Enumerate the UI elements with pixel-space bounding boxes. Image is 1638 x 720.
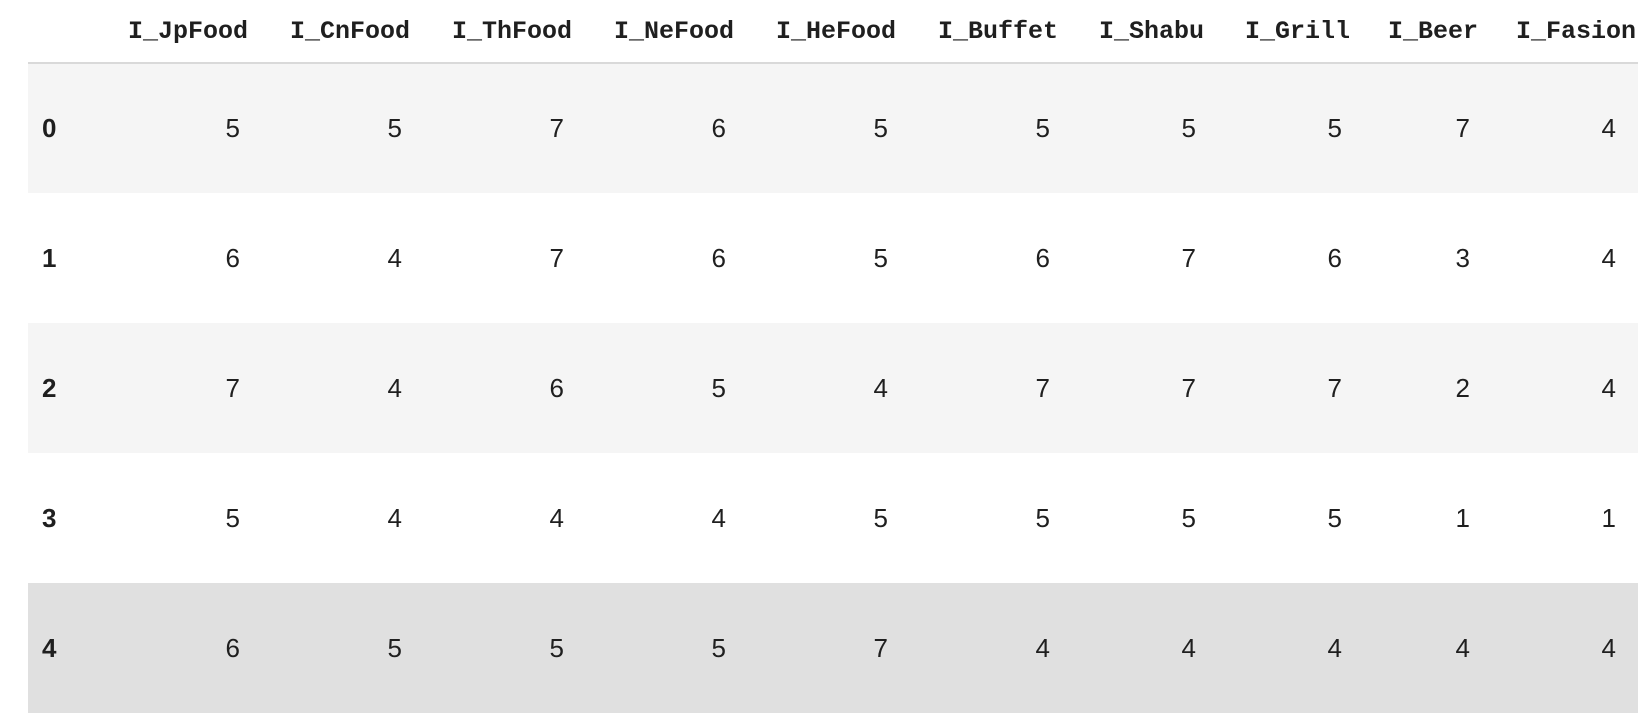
column-header: I_Beer <box>1352 0 1480 64</box>
table-cell: 6 <box>711 113 726 143</box>
table-cell: 5 <box>225 502 240 533</box>
table-cell: 4 <box>387 502 402 533</box>
table-cell: 5 <box>873 502 888 533</box>
table-cell: 6 <box>225 242 240 273</box>
table-row: 0 5 5 7 6 5 5 5 5 7 4 <box>28 63 1638 193</box>
table-cell: 1 <box>1601 502 1616 533</box>
table-cell: 4 <box>1601 113 1616 143</box>
table-cell: 4 <box>1601 372 1616 403</box>
table-cell: 7 <box>1181 242 1196 273</box>
table-cell: 6 <box>549 372 564 403</box>
table-cell: 7 <box>549 113 564 143</box>
table-row: 1 6 4 7 6 5 6 7 6 3 4 <box>28 193 1638 323</box>
table-cell: 6 <box>1035 242 1050 273</box>
table-cell: 5 <box>387 113 402 143</box>
table-cell: 5 <box>711 372 726 403</box>
table-cell: 5 <box>873 113 888 143</box>
table-cell: 5 <box>1181 113 1196 143</box>
table-body: 0 5 5 7 6 5 5 5 5 7 4 1 6 4 7 6 5 6 7 6 … <box>28 63 1638 713</box>
row-index: 3 <box>42 502 57 533</box>
row-index: 1 <box>42 242 57 273</box>
table-cell: 1 <box>1455 502 1470 533</box>
table-cell: 5 <box>1327 113 1342 143</box>
table-row: 2 7 4 6 5 4 7 7 7 2 4 <box>28 323 1638 453</box>
table-cell: 5 <box>1327 502 1342 533</box>
table-cell: 5 <box>1181 502 1196 533</box>
table-cell: 4 <box>549 502 564 533</box>
table-header: I_JpFood I_CnFood I_ThFood I_NeFood I_He… <box>28 0 1638 64</box>
table-cell: 7 <box>1181 372 1196 403</box>
table-row-hovered: 4 6 5 5 5 7 4 4 4 4 4 <box>28 583 1638 713</box>
index-header <box>28 0 86 64</box>
table-cell: 4 <box>1601 632 1616 663</box>
table-cell: 3 <box>1455 242 1470 273</box>
row-index: 4 <box>42 632 57 663</box>
table-cell: 5 <box>387 632 402 663</box>
table-cell: 6 <box>711 242 726 273</box>
table-cell: 5 <box>1035 502 1050 533</box>
table-cell: 7 <box>1455 113 1470 143</box>
table-cell: 7 <box>1035 372 1050 403</box>
column-header: I_Buffet <box>898 0 1060 64</box>
column-header: I_Fasion <box>1480 0 1638 64</box>
table-cell: 4 <box>1035 632 1050 663</box>
table-cell: 5 <box>1035 113 1050 143</box>
table-cell: 7 <box>549 242 564 273</box>
table-cell: 7 <box>1327 372 1342 403</box>
table-cell: 4 <box>711 502 726 533</box>
table-cell: 4 <box>1181 632 1196 663</box>
header-row: I_JpFood I_CnFood I_ThFood I_NeFood I_He… <box>28 0 1638 64</box>
table-cell: 4 <box>873 372 888 403</box>
dataframe-table: I_JpFood I_CnFood I_ThFood I_NeFood I_He… <box>28 0 1638 713</box>
table-row: 3 5 4 4 4 5 5 5 5 1 1 <box>28 453 1638 583</box>
table-cell: 7 <box>873 632 888 663</box>
column-header: I_Shabu <box>1060 0 1206 64</box>
column-header: I_JpFood <box>86 0 250 64</box>
table-cell: 4 <box>1327 632 1342 663</box>
table-cell: 5 <box>225 113 240 143</box>
table-cell: 7 <box>225 372 240 403</box>
table-cell: 4 <box>387 372 402 403</box>
column-header: I_ThFood <box>412 0 574 64</box>
dataframe-output: I_JpFood I_CnFood I_ThFood I_NeFood I_He… <box>28 0 1638 713</box>
table-cell: 6 <box>1327 242 1342 273</box>
table-cell: 4 <box>1601 242 1616 273</box>
column-header: I_HeFood <box>736 0 898 64</box>
table-cell: 5 <box>549 632 564 663</box>
column-header: I_CnFood <box>250 0 412 64</box>
column-header: I_NeFood <box>574 0 736 64</box>
table-cell: 5 <box>711 632 726 663</box>
table-cell: 4 <box>1455 632 1470 663</box>
row-index: 2 <box>42 372 57 403</box>
table-cell: 4 <box>387 242 402 273</box>
table-cell: 5 <box>873 242 888 273</box>
row-index: 0 <box>42 113 57 143</box>
column-header: I_Grill <box>1206 0 1352 64</box>
table-cell: 2 <box>1455 372 1470 403</box>
table-cell: 6 <box>225 632 240 663</box>
